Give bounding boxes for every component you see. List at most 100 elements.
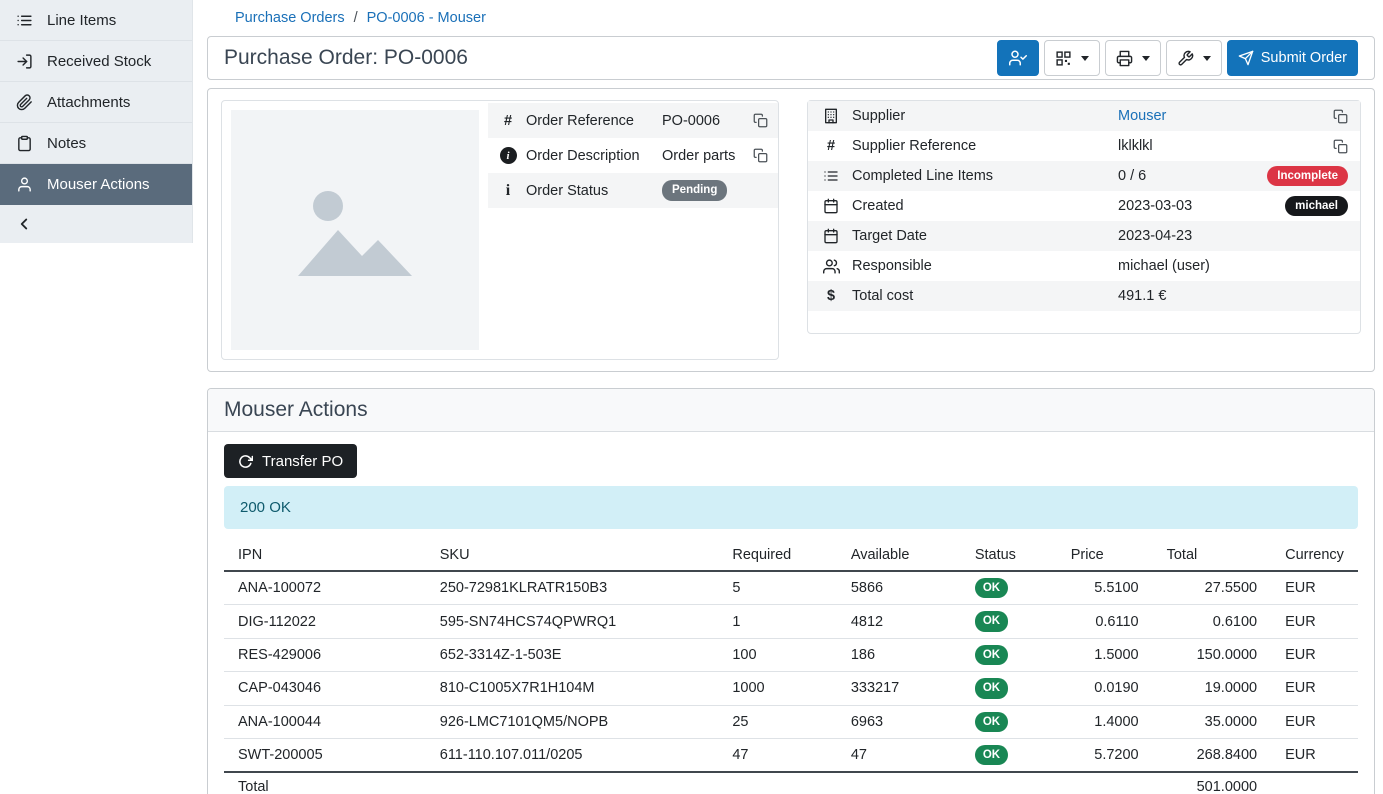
sidebar-item-received-stock[interactable]: Received Stock bbox=[0, 41, 192, 82]
ok-badge: OK bbox=[975, 678, 1008, 698]
order-actions-button[interactable] bbox=[1166, 40, 1222, 76]
field-label: Order Description bbox=[526, 148, 654, 164]
col-available: Available bbox=[837, 543, 961, 571]
sidebar-item-notes[interactable]: Notes bbox=[0, 123, 192, 164]
paperclip-icon bbox=[15, 94, 33, 111]
status-badge: Pending bbox=[662, 180, 727, 200]
main-content: Purchase Orders / PO-0006 - Mouser Purch… bbox=[193, 0, 1383, 794]
field-label: Order Reference bbox=[526, 113, 654, 129]
supplier-link[interactable]: Mouser bbox=[1118, 108, 1166, 124]
hash-icon: # bbox=[820, 138, 842, 154]
clipboard-icon bbox=[15, 135, 33, 152]
sidebar-item-label: Mouser Actions bbox=[47, 176, 150, 193]
user-icon bbox=[15, 176, 33, 193]
created-row: Created 2023-03-03 michael bbox=[808, 191, 1360, 221]
info-icon: i bbox=[498, 182, 518, 200]
users-icon bbox=[820, 258, 842, 275]
chevron-down-icon bbox=[1081, 56, 1089, 61]
page-header-actions: Submit Order bbox=[997, 40, 1358, 76]
ok-badge: OK bbox=[975, 578, 1008, 598]
transfer-po-button[interactable]: Transfer PO bbox=[224, 444, 357, 478]
field-value: PO-0006 bbox=[662, 113, 745, 129]
field-label: Responsible bbox=[852, 258, 1108, 274]
info-circle-icon: i bbox=[498, 147, 518, 164]
app-root: Line Items Received Stock Attachments No… bbox=[0, 0, 1383, 794]
chevron-down-icon bbox=[1203, 56, 1211, 61]
col-ipn: IPN bbox=[224, 543, 426, 571]
breadcrumb-link-po-0006[interactable]: PO-0006 - Mouser bbox=[367, 10, 486, 26]
col-required: Required bbox=[718, 543, 836, 571]
breadcrumb-separator: / bbox=[354, 10, 358, 26]
paper-plane-icon bbox=[1238, 50, 1254, 66]
order-reference-row: # Order Reference PO-0006 bbox=[488, 103, 778, 138]
sign-in-icon bbox=[15, 53, 33, 70]
target-date-row: Target Date 2023-04-23 bbox=[808, 221, 1360, 251]
field-value: 2023-03-03 bbox=[1118, 198, 1275, 214]
panel-header: Mouser Actions bbox=[208, 389, 1374, 432]
field-value: Pending bbox=[662, 180, 768, 200]
sidebar-item-label: Line Items bbox=[47, 12, 116, 29]
ok-badge: OK bbox=[975, 745, 1008, 765]
order-description-row: i Order Description Order parts bbox=[488, 138, 778, 173]
col-total: Total bbox=[1153, 543, 1271, 571]
field-value: 2023-04-23 bbox=[1118, 228, 1348, 244]
panel-body: Transfer PO 200 OK IPN SKU Required Avai… bbox=[208, 432, 1374, 794]
sidebar-item-line-items[interactable]: Line Items bbox=[0, 0, 192, 41]
table-row: RES-429006 652-3314Z-1-503E 100 186 OK 1… bbox=[224, 638, 1358, 671]
supplier-reference-row: # Supplier Reference lklklkl bbox=[808, 131, 1360, 161]
chevron-left-icon bbox=[15, 215, 33, 233]
supplier-details-card: Supplier Mouser # Supplier Reference lkl… bbox=[807, 100, 1361, 334]
field-label: Completed Line Items bbox=[852, 168, 1108, 184]
col-sku: SKU bbox=[426, 543, 719, 571]
calendar-icon bbox=[820, 198, 842, 214]
sidebar-collapse-button[interactable] bbox=[0, 205, 192, 243]
submit-order-label: Submit Order bbox=[1261, 50, 1347, 66]
table-row: ANA-100072 250-72981KLRATR150B3 5 5866 O… bbox=[224, 571, 1358, 605]
copy-icon[interactable] bbox=[753, 148, 768, 163]
copy-icon[interactable] bbox=[753, 113, 768, 128]
col-price: Price bbox=[1057, 543, 1153, 571]
sidebar: Line Items Received Stock Attachments No… bbox=[0, 0, 193, 794]
sidebar-item-label: Received Stock bbox=[47, 53, 151, 70]
building-icon bbox=[820, 108, 842, 124]
copy-icon[interactable] bbox=[1333, 109, 1348, 124]
breadcrumb-link-purchase-orders[interactable]: Purchase Orders bbox=[235, 10, 345, 26]
grand-total-value: 501.0000 bbox=[1153, 772, 1271, 794]
field-value: michael (user) bbox=[1118, 258, 1348, 274]
field-value: Order parts bbox=[662, 148, 745, 164]
field-label: Total cost bbox=[852, 288, 1108, 304]
table-row: ANA-100044 926-LMC7101QM5/NOPB 25 6963 O… bbox=[224, 705, 1358, 738]
image-placeholder-icon bbox=[290, 174, 420, 286]
field-label: Supplier Reference bbox=[852, 138, 1108, 154]
order-image-placeholder bbox=[231, 110, 479, 350]
barcode-actions-button[interactable] bbox=[1044, 40, 1100, 76]
order-status-row: i Order Status Pending bbox=[488, 173, 778, 208]
calendar-icon bbox=[820, 228, 842, 244]
table-footer-row: Total 501.0000 bbox=[224, 772, 1358, 794]
order-details-card: # Order Reference PO-0006 i Order Descri… bbox=[221, 100, 779, 360]
panel-title: Mouser Actions bbox=[224, 398, 1358, 422]
copy-icon[interactable] bbox=[1333, 139, 1348, 154]
page-header: Purchase Order: PO-0006 bbox=[207, 36, 1375, 80]
print-actions-button[interactable] bbox=[1105, 40, 1161, 76]
field-value: 491.1 € bbox=[1118, 288, 1348, 304]
printer-icon bbox=[1116, 50, 1133, 67]
field-label: Created bbox=[852, 198, 1108, 214]
ok-badge: OK bbox=[975, 712, 1008, 732]
table-row: SWT-200005 611-110.107.011/0205 47 47 OK… bbox=[224, 738, 1358, 772]
col-status: Status bbox=[961, 543, 1057, 571]
sidebar-item-mouser-actions[interactable]: Mouser Actions bbox=[0, 164, 192, 205]
page-title: Purchase Order: PO-0006 bbox=[224, 46, 468, 70]
sidebar-item-attachments[interactable]: Attachments bbox=[0, 82, 192, 123]
user-permissions-button[interactable] bbox=[997, 40, 1039, 76]
wrench-icon bbox=[1177, 50, 1194, 67]
user-badge: michael bbox=[1285, 196, 1348, 216]
submit-order-button[interactable]: Submit Order bbox=[1227, 40, 1358, 76]
user-check-icon bbox=[1009, 49, 1027, 67]
field-label: Supplier bbox=[852, 108, 1108, 124]
field-value: 0 / 6 bbox=[1118, 168, 1257, 184]
qr-code-icon bbox=[1055, 50, 1072, 67]
status-alert: 200 OK bbox=[224, 486, 1358, 529]
total-label: Total bbox=[224, 772, 426, 794]
dollar-icon: $ bbox=[820, 288, 842, 304]
